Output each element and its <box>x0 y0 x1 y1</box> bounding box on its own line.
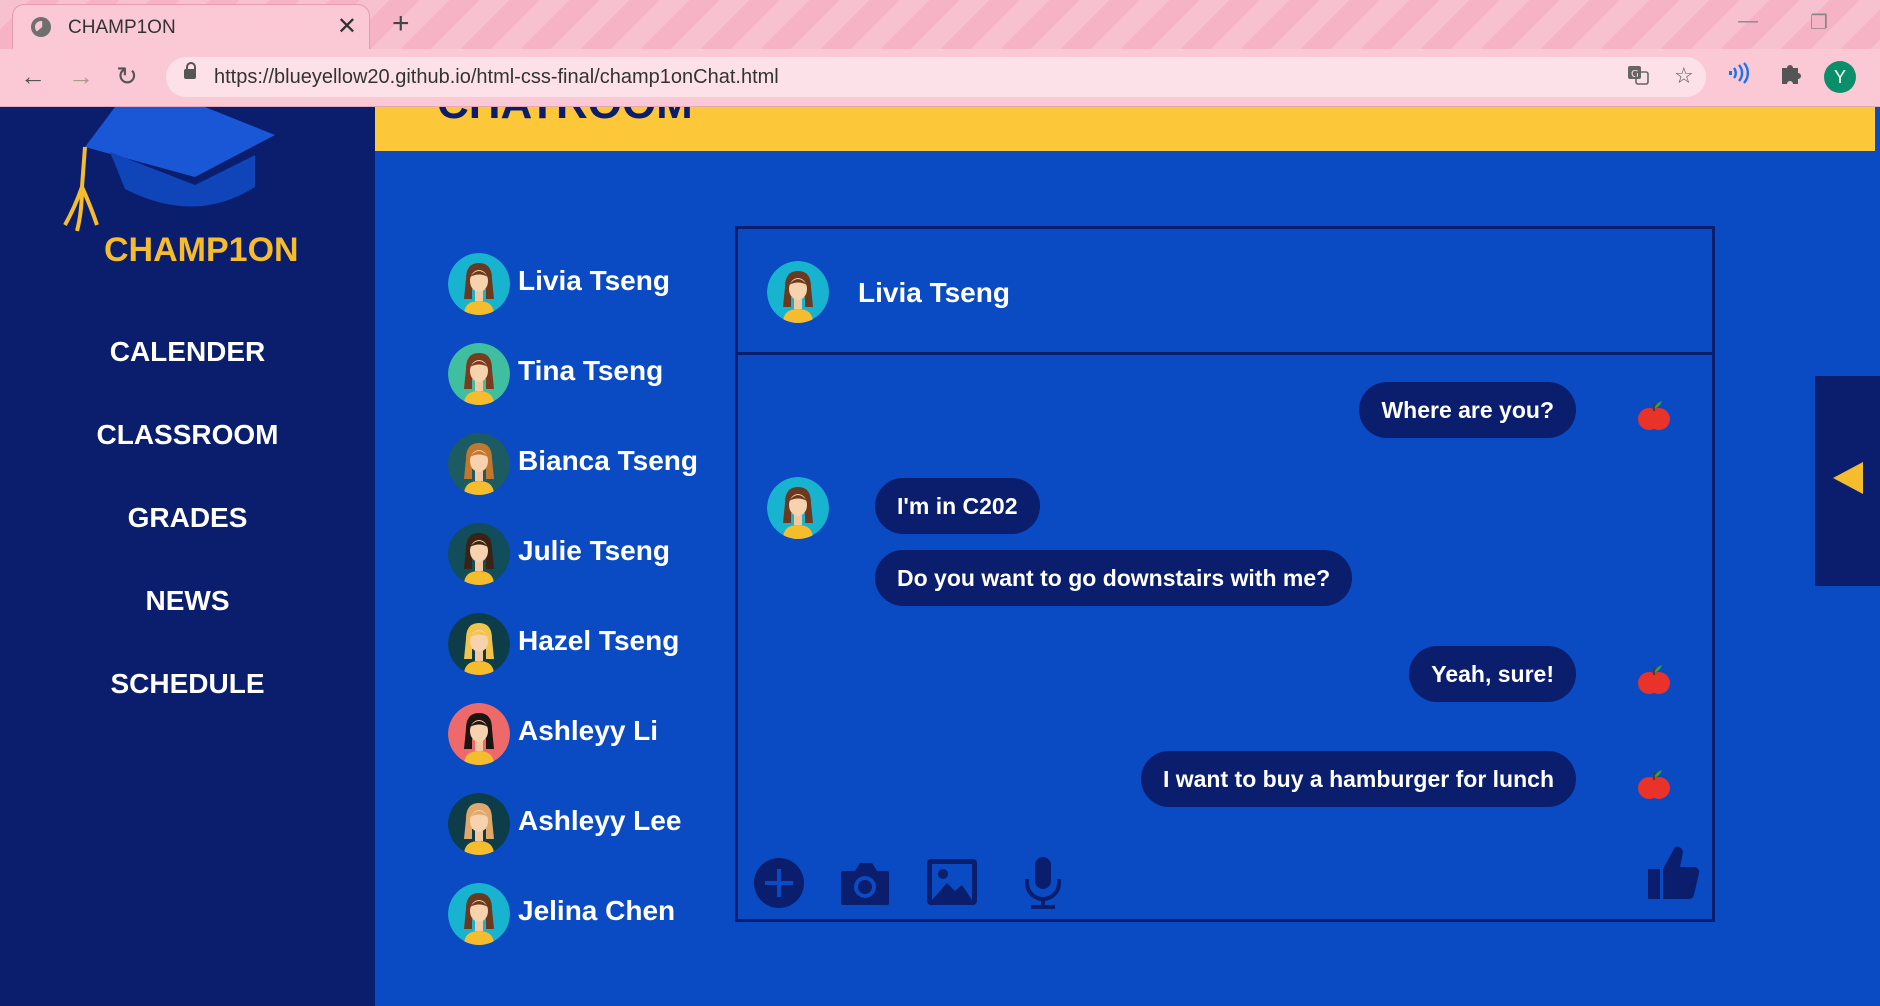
apple-icon <box>1638 663 1670 697</box>
restore-button[interactable]: ❐ <box>1810 10 1828 35</box>
svg-text:G: G <box>1631 69 1639 80</box>
avatar <box>448 523 510 585</box>
menu-item-classroom[interactable]: CLASSROOM <box>0 415 375 498</box>
thumbs-up-icon[interactable] <box>1648 845 1700 901</box>
browser-tab[interactable]: CHAMP1ON ✕ <box>12 4 370 49</box>
globe-icon <box>31 17 51 37</box>
menu-item-schedule[interactable]: SCHEDULE <box>0 664 375 747</box>
page-header: CHATROOM <box>375 107 1875 151</box>
url-text: https://blueyellow20.github.io/html-css-… <box>214 66 779 88</box>
avatar <box>767 261 829 323</box>
translate-icon[interactable]: G <box>1626 63 1650 93</box>
contact-item[interactable]: Ashleyy Li <box>448 703 718 793</box>
contact-item[interactable]: Tina Tseng <box>448 343 718 433</box>
contact-name: Hazel Tseng <box>518 625 680 656</box>
address-bar-row: ← → ↻ https://blueyellow20.github.io/htm… <box>0 49 1880 107</box>
contact-name: Bianca Tseng <box>518 445 698 476</box>
contact-name: Ashleyy Li <box>518 715 659 746</box>
contact-name: Livia Tseng <box>518 265 670 296</box>
contact-item[interactable]: Julie Tseng <box>448 523 718 613</box>
forward-arrow-icon[interactable]: → <box>68 61 94 91</box>
contact-item[interactable]: Ashleyy Lee <box>448 793 718 883</box>
contact-name: Tina Tseng <box>518 355 664 386</box>
plus-circle-icon[interactable] <box>753 857 805 909</box>
chat-header: Livia Tseng <box>738 229 1712 355</box>
browser-tab-strip: CHAMP1ON ✕ + — ❐ <box>0 0 1880 49</box>
avatar <box>448 343 510 405</box>
avatar <box>448 433 510 495</box>
brand-name: CHAMP1ON <box>104 231 299 269</box>
chat-window: Livia Tseng Where are you? I'm in C202 D… <box>735 226 1715 922</box>
brand-logo[interactable]: CHAMP1ON <box>55 107 325 277</box>
message-bubble-received: I'm in C202 <box>875 478 1040 534</box>
tab-title: CHAMP1ON <box>68 17 176 38</box>
back-arrow-icon[interactable]: ← <box>20 61 46 91</box>
image-icon[interactable] <box>927 859 977 905</box>
contact-item[interactable]: Hazel Tseng <box>448 613 718 703</box>
menu-item-grades[interactable]: GRADES <box>0 498 375 581</box>
lock-icon[interactable] <box>184 62 196 79</box>
apple-icon <box>1638 768 1670 802</box>
extensions-icon[interactable] <box>1778 60 1804 94</box>
tab-close-button[interactable]: ✕ <box>337 13 357 41</box>
menu-item-calender[interactable]: CALENDER <box>0 332 375 415</box>
avatar <box>767 477 829 539</box>
avatar <box>448 253 510 315</box>
sidebar: CHAMP1ON CALENDER CLASSROOM GRADES NEWS … <box>0 107 375 1006</box>
contact-name: Julie Tseng <box>518 535 670 566</box>
cast-icon[interactable] <box>1728 60 1754 94</box>
avatar <box>448 883 510 945</box>
star-icon[interactable]: ☆ <box>1674 63 1694 89</box>
avatar <box>448 613 510 675</box>
new-tab-button[interactable]: + <box>392 8 410 40</box>
profile-avatar[interactable]: Y <box>1824 61 1856 93</box>
main-menu: CALENDER CLASSROOM GRADES NEWS SCHEDULE <box>0 332 375 747</box>
message-bubble-received: Do you want to go downstairs with me? <box>875 550 1353 606</box>
message-bubble-sent: I want to buy a hamburger for lunch <box>1140 751 1576 807</box>
url-input[interactable]: https://blueyellow20.github.io/html-css-… <box>166 57 1706 97</box>
contact-item[interactable]: Jelina Chen <box>448 883 718 973</box>
microphone-icon[interactable] <box>1023 857 1063 909</box>
chat-contact-name: Livia Tseng <box>858 277 1010 308</box>
camera-icon[interactable] <box>839 859 891 907</box>
side-panel-toggle[interactable] <box>1815 376 1880 586</box>
menu-item-news[interactable]: NEWS <box>0 581 375 664</box>
contact-item[interactable]: Livia Tseng <box>448 253 718 343</box>
avatar <box>448 703 510 765</box>
apple-icon <box>1638 399 1670 433</box>
minimize-button[interactable]: — <box>1738 10 1758 33</box>
message-bubble-sent: Where are you? <box>1359 382 1576 438</box>
contact-name: Ashleyy Lee <box>518 805 682 836</box>
message-bubble-sent: Yeah, sure! <box>1409 646 1576 702</box>
contact-name: Jelina Chen <box>518 895 676 926</box>
reload-icon[interactable]: ↻ <box>116 61 138 91</box>
contact-list: Livia Tseng Tina Tseng Bianca Tseng Julie T… <box>448 253 718 973</box>
collapse-arrow-icon <box>1833 462 1863 494</box>
contact-item[interactable]: Bianca Tseng <box>448 433 718 523</box>
avatar <box>448 793 510 855</box>
